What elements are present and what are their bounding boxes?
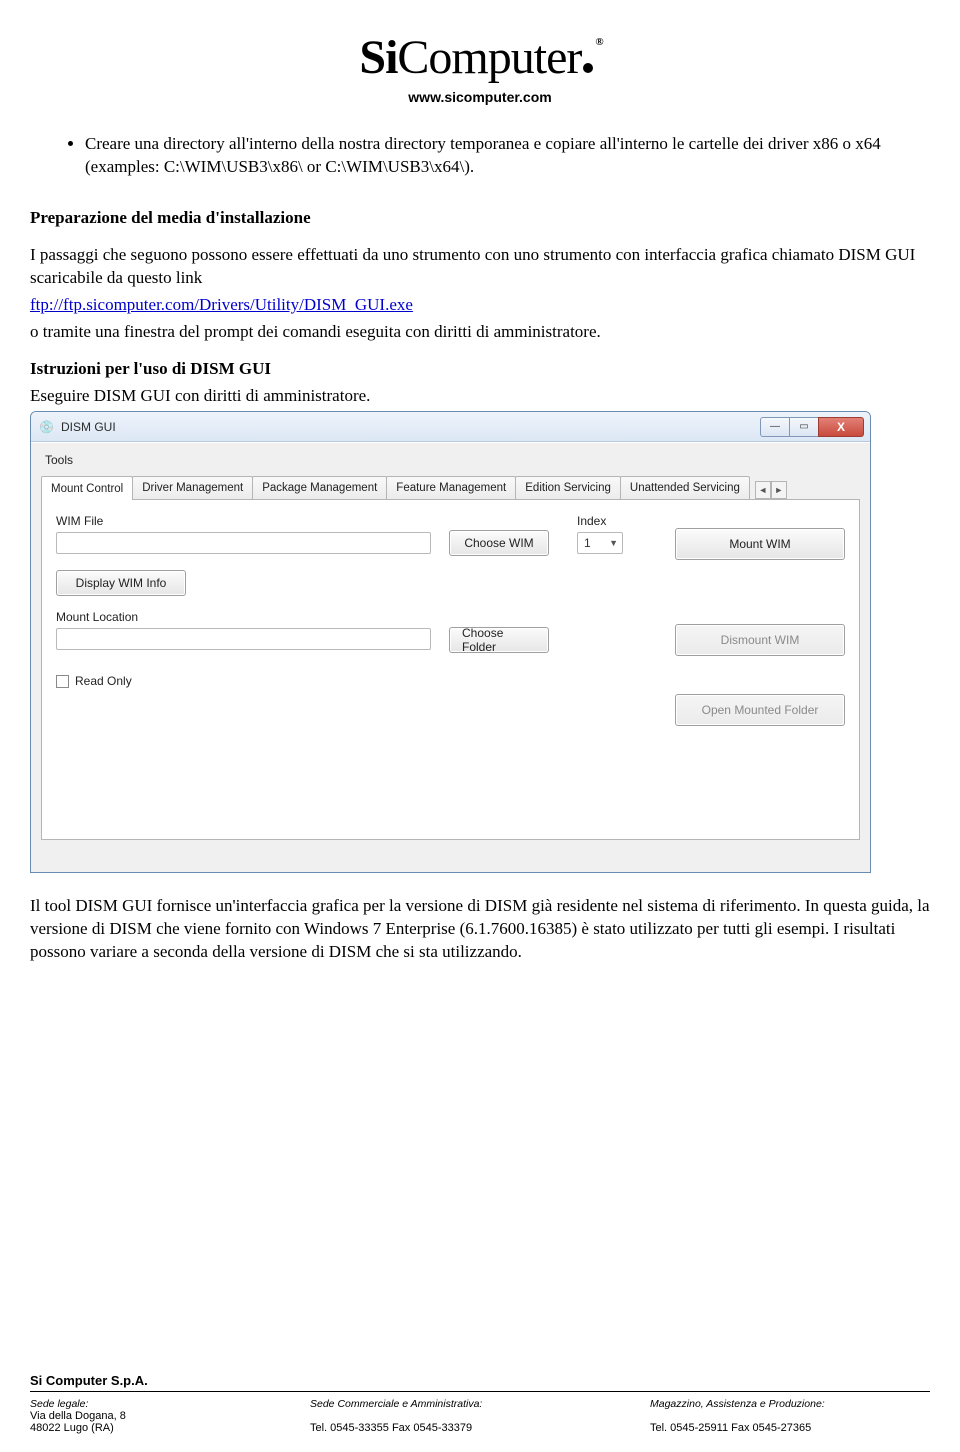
bullet-item: Creare una directory all'interno della n… bbox=[85, 133, 930, 179]
minimize-button[interactable]: — bbox=[760, 417, 790, 437]
bottom-paragraph: Il tool DISM GUI fornisce un'interfaccia… bbox=[30, 895, 930, 964]
footer-col1-addr2: 48022 Lugo (RA) bbox=[30, 1422, 310, 1434]
footer-col3-label: Magazzino, Assistenza e Produzione: bbox=[650, 1398, 930, 1410]
index-label: Index bbox=[577, 514, 637, 528]
mount-wim-button[interactable]: Mount WIM bbox=[675, 528, 845, 560]
mount-location-label: Mount Location bbox=[56, 610, 431, 624]
mount-location-input[interactable] bbox=[56, 628, 431, 650]
footer-col1-label: Sede legale: bbox=[30, 1398, 310, 1410]
window-title: DISM GUI bbox=[61, 420, 761, 434]
footer-col3-tel: Tel. 0545-25911 Fax 0545-27365 bbox=[650, 1422, 930, 1434]
choose-wim-button[interactable]: Choose WIM bbox=[449, 530, 549, 556]
read-only-label: Read Only bbox=[75, 674, 132, 688]
dismount-wim-button[interactable]: Dismount WIM bbox=[675, 624, 845, 656]
app-icon: 💿 bbox=[39, 419, 55, 435]
tab-scroll-right[interactable]: ► bbox=[771, 481, 787, 499]
dism-gui-window: 💿 DISM GUI — ▭ X Tools Mount Control Dri… bbox=[30, 411, 871, 873]
index-value: 1 bbox=[584, 536, 591, 550]
tab-driver-management[interactable]: Driver Management bbox=[132, 476, 253, 499]
choose-folder-button[interactable]: Choose Folder bbox=[449, 627, 549, 653]
tab-panel: WIM File Choose WIM Index 1 ▼ M bbox=[41, 500, 860, 840]
display-wim-info-button[interactable]: Display WIM Info bbox=[56, 570, 186, 596]
logo-registered: ® bbox=[595, 36, 602, 48]
footer-divider bbox=[30, 1391, 930, 1392]
footer-col2-tel: Tel. 0545-33355 Fax 0545-33379 bbox=[310, 1422, 650, 1434]
index-select[interactable]: 1 ▼ bbox=[577, 532, 623, 554]
footer-col1-addr1: Via della Dogana, 8 bbox=[30, 1410, 310, 1422]
tab-feature-management[interactable]: Feature Management bbox=[386, 476, 516, 499]
logo-dot bbox=[583, 63, 593, 73]
wim-file-label: WIM File bbox=[56, 514, 431, 528]
tab-package-management[interactable]: Package Management bbox=[252, 476, 387, 499]
logo: SiComputer ® bbox=[359, 30, 600, 85]
logo-suffix: Computer bbox=[397, 31, 581, 84]
section-title: Preparazione del media d'installazione bbox=[30, 207, 930, 230]
read-only-checkbox[interactable] bbox=[56, 675, 69, 688]
website-url: www.sicomputer.com bbox=[30, 89, 930, 105]
tools-menu[interactable]: Tools bbox=[41, 451, 860, 475]
subsection-title: Istruzioni per l'uso di DISM GUI bbox=[30, 358, 930, 381]
tab-edition-servicing[interactable]: Edition Servicing bbox=[515, 476, 621, 499]
section-para-2: Eseguire DISM GUI con diritti di amminis… bbox=[30, 385, 930, 408]
section-para-post: o tramite una finestra del prompt dei co… bbox=[30, 321, 930, 344]
section-para-1: I passaggi che seguono possono essere ef… bbox=[30, 244, 930, 290]
download-link[interactable]: ftp://ftp.sicomputer.com/Drivers/Utility… bbox=[30, 295, 413, 314]
footer-col2-label: Sede Commerciale e Amministrativa: bbox=[310, 1398, 650, 1410]
chevron-down-icon: ▼ bbox=[609, 538, 618, 548]
wim-file-input[interactable] bbox=[56, 532, 431, 554]
tab-unattended-servicing[interactable]: Unattended Servicing bbox=[620, 476, 750, 499]
page-footer: Si Computer S.p.A. Sede legale: Via dell… bbox=[30, 1373, 930, 1434]
logo-prefix: Si bbox=[359, 31, 397, 84]
titlebar: 💿 DISM GUI — ▭ X bbox=[31, 412, 870, 442]
close-button[interactable]: X bbox=[818, 417, 864, 437]
tab-strip: Mount Control Driver Management Package … bbox=[41, 475, 860, 500]
footer-company: Si Computer S.p.A. bbox=[30, 1373, 930, 1388]
tab-scroll-left[interactable]: ◄ bbox=[755, 481, 771, 499]
tab-mount-control[interactable]: Mount Control bbox=[41, 476, 133, 500]
open-mounted-folder-button[interactable]: Open Mounted Folder bbox=[675, 694, 845, 726]
maximize-button[interactable]: ▭ bbox=[789, 417, 819, 437]
